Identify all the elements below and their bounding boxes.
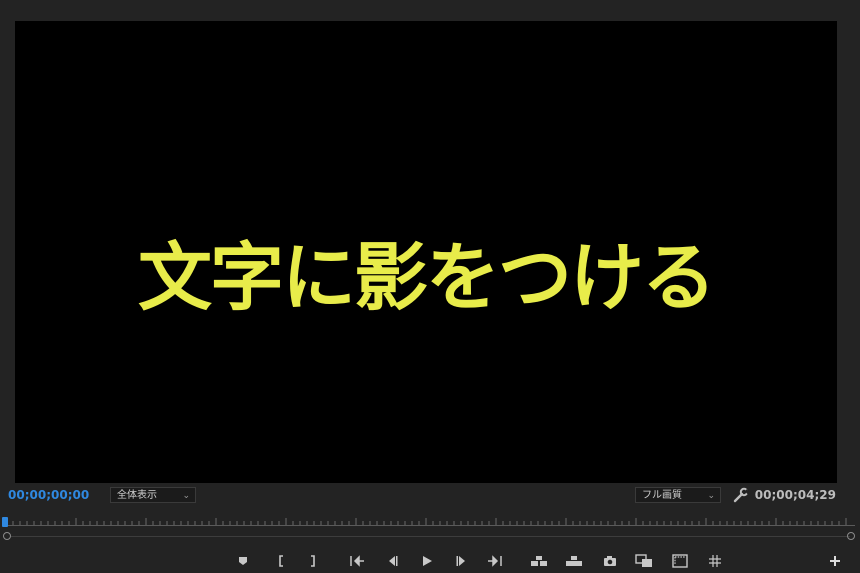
export-frame-icon[interactable]: [601, 552, 619, 570]
scrollbar-left-handle[interactable]: [3, 532, 11, 540]
transport-controls: [0, 550, 860, 572]
go-to-out-icon[interactable]: [486, 552, 504, 570]
chevron-down-icon: ⌄: [707, 491, 715, 501]
zoom-level-value: 全体表示: [117, 490, 157, 501]
video-caption-text: 文字に影をつける: [138, 235, 716, 321]
time-ruler[interactable]: [0, 513, 860, 529]
playback-resolution-dropdown[interactable]: フル画質 ⌄: [635, 487, 721, 503]
monitor-info-bar: 00;00;00;00 全体表示 ⌄ フル画質 ⌄ 00;00;04;29: [0, 486, 860, 506]
duration-timecode: 00;00;04;29: [754, 488, 836, 502]
safe-margins-icon[interactable]: [671, 552, 689, 570]
add-marker-icon[interactable]: [234, 552, 252, 570]
go-to-in-icon[interactable]: [348, 552, 366, 570]
scrollbar-right-handle[interactable]: [847, 532, 855, 540]
ruler-ticks: [5, 518, 847, 525]
scrollbar-track: [10, 536, 850, 537]
grid-icon[interactable]: [706, 552, 724, 570]
playback-resolution-value: フル画質: [642, 490, 682, 501]
mark-in-icon[interactable]: [272, 552, 290, 570]
zoom-scrollbar[interactable]: [0, 531, 860, 543]
compare-view-icon[interactable]: [635, 552, 653, 570]
chevron-down-icon: ⌄: [182, 491, 190, 501]
ruler-baseline: [5, 525, 855, 526]
video-frame: 文字に影をつける: [15, 21, 837, 483]
insert-icon[interactable]: [530, 552, 548, 570]
zoom-level-dropdown[interactable]: 全体表示 ⌄: [110, 487, 196, 503]
mark-out-icon[interactable]: [304, 552, 322, 570]
current-timecode[interactable]: 00;00;00;00: [8, 488, 89, 502]
settings-wrench-icon[interactable]: [733, 487, 749, 503]
step-back-icon[interactable]: [383, 552, 401, 570]
overwrite-icon[interactable]: [565, 552, 583, 570]
playhead-marker[interactable]: [2, 517, 8, 527]
play-icon[interactable]: [418, 552, 436, 570]
step-forward-icon[interactable]: [453, 552, 471, 570]
button-editor-icon[interactable]: [826, 552, 844, 570]
